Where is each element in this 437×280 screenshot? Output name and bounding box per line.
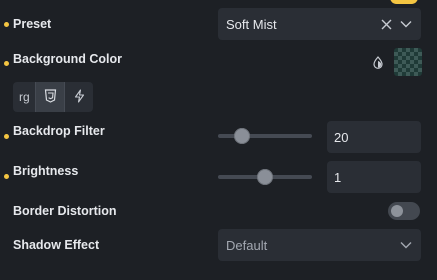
background-color-label: Background Color xyxy=(13,52,123,66)
shadow-effect-label: Shadow Effect xyxy=(13,238,100,252)
color-mode-rgb[interactable]: rg xyxy=(13,82,35,112)
modified-indicator-dot xyxy=(4,134,9,139)
color-mode-css[interactable] xyxy=(35,82,65,112)
color-mode-rgb-text: rg xyxy=(19,90,30,104)
border-distortion-toggle[interactable] xyxy=(388,202,420,220)
preset-select[interactable]: Soft Mist xyxy=(218,8,421,40)
modified-indicator-dot xyxy=(4,174,9,179)
color-mode-selector: rg xyxy=(13,82,93,112)
backdrop-filter-value: 20 xyxy=(334,129,349,145)
modified-indicator-dot xyxy=(4,22,9,27)
backdrop-filter-slider-thumb[interactable] xyxy=(233,128,250,144)
droplet-icon[interactable] xyxy=(372,56,384,69)
background-color-swatch[interactable] xyxy=(394,48,422,76)
brightness-input[interactable]: 1 xyxy=(327,161,421,193)
close-icon[interactable] xyxy=(379,17,393,31)
bolt-icon xyxy=(74,88,85,106)
preset-value: Soft Mist xyxy=(226,16,277,32)
brightness-slider-thumb[interactable] xyxy=(257,169,273,185)
backdrop-filter-input[interactable]: 20 xyxy=(327,121,421,153)
brightness-value: 1 xyxy=(334,169,342,185)
backdrop-filter-label: Backdrop Filter xyxy=(13,124,105,138)
brightness-label: Brightness xyxy=(13,164,79,178)
css-shield-icon xyxy=(44,88,57,106)
shadow-effect-select[interactable]: Default xyxy=(218,229,421,261)
border-distortion-label: Border Distortion xyxy=(13,204,117,218)
chevron-down-icon[interactable] xyxy=(399,238,413,252)
color-mode-dynamic[interactable] xyxy=(65,82,93,112)
toggle-knob xyxy=(391,205,403,217)
properties-panel: Preset Soft Mist Background Color rg Bac… xyxy=(0,0,437,280)
shadow-effect-value: Default xyxy=(226,237,268,253)
chevron-down-icon[interactable] xyxy=(399,17,413,31)
modified-indicator-dot xyxy=(4,61,9,66)
brightness-slider[interactable] xyxy=(218,169,312,185)
preset-label: Preset xyxy=(13,17,52,31)
top-accent-indicator xyxy=(390,0,418,4)
backdrop-filter-slider[interactable] xyxy=(218,128,312,144)
